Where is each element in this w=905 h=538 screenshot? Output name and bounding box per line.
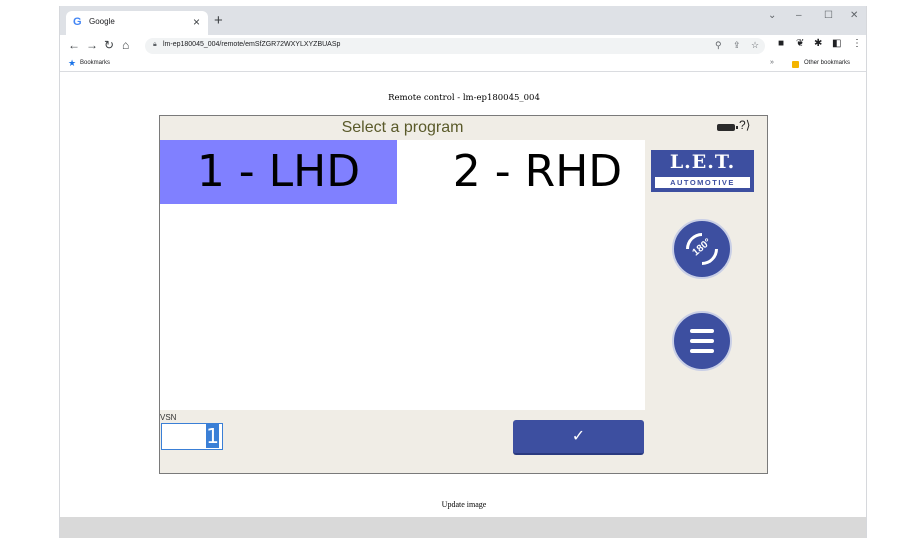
maximize-icon[interactable]: ☐: [824, 10, 833, 21]
footer-bar: [60, 517, 866, 538]
address-bar[interactable]: 🔒︎ lm-ep180045_004/remote/emSfZGR72WXYLX…: [145, 38, 765, 54]
vsn-input[interactable]: 1: [161, 423, 223, 450]
tab-search-icon[interactable]: ⌄: [768, 10, 776, 21]
program-item-lhd[interactable]: 1 - LHD: [160, 140, 397, 204]
folder-icon: [792, 61, 799, 68]
forward-icon[interactable]: →: [86, 38, 98, 52]
extensions-puzzle-icon[interactable]: ✱: [814, 38, 822, 49]
bookmarks-bar: ★ Bookmarks » Other bookmarks: [60, 57, 866, 72]
home-icon[interactable]: ⌂: [122, 38, 129, 52]
vsn-value[interactable]: 1: [206, 424, 219, 448]
google-icon: G: [73, 16, 82, 28]
browser-toolbar: ← → ↻ ⌂ 🔒︎ lm-ep180045_004/remote/emSfZG…: [60, 35, 866, 57]
tab-google[interactable]: G Google ×: [66, 11, 208, 35]
zoom-icon[interactable]: ⚲: [715, 40, 722, 51]
hamburger-icon: [690, 349, 714, 353]
share-icon[interactable]: ⇪: [733, 40, 741, 51]
program-item-rhd[interactable]: 2 - RHD: [430, 140, 645, 204]
check-icon: ✓: [571, 428, 586, 445]
logo-subtext: AUTOMOTIVE: [655, 177, 750, 188]
close-window-icon[interactable]: ✕: [850, 10, 858, 21]
extension-icon[interactable]: ■: [778, 38, 784, 49]
confirm-button[interactable]: ✓: [513, 420, 644, 455]
menu-button[interactable]: [672, 311, 732, 371]
lock-icon[interactable]: 🔒︎: [153, 41, 157, 49]
remote-screen[interactable]: Select a program ?⟩ 1 - LHD 2 - RHD L.E.…: [159, 115, 768, 474]
extension-icon-2[interactable]: ❦: [796, 38, 804, 49]
side-panel-icon[interactable]: ◧: [832, 38, 841, 49]
logo-text: L.E.T.: [669, 151, 736, 173]
more-bookmarks-icon[interactable]: »: [770, 59, 774, 66]
rotate-180-button[interactable]: 180°: [672, 219, 732, 279]
vsn-label: VSN: [160, 413, 177, 422]
browser-window: G Google × + ⌄ – ☐ ✕ ← → ↻ ⌂ 🔒︎ lm-ep180…: [59, 6, 867, 538]
tab-strip: G Google × + ⌄ – ☐ ✕: [60, 6, 866, 35]
close-tab-icon[interactable]: ×: [193, 15, 200, 29]
bookmarks-label[interactable]: Bookmarks: [80, 60, 110, 66]
new-tab-button[interactable]: +: [214, 12, 223, 29]
menu-dots-icon[interactable]: ⋮: [852, 38, 862, 49]
star-icon: ★: [68, 58, 77, 68]
program-list: 1 - LHD 2 - RHD: [160, 140, 645, 410]
tab-title: Google: [89, 17, 115, 26]
battery-icon: [717, 124, 738, 131]
help-icon[interactable]: ?⟩: [739, 118, 750, 132]
minimize-icon[interactable]: –: [796, 10, 802, 21]
hamburger-icon: [690, 329, 714, 333]
update-image-link[interactable]: Update image: [60, 500, 866, 509]
other-bookmarks[interactable]: Other bookmarks: [804, 60, 850, 66]
let-automotive-logo: L.E.T. AUTOMOTIVE: [651, 150, 754, 192]
back-icon[interactable]: ←: [68, 38, 80, 52]
screen-title: Select a program: [341, 119, 464, 136]
hamburger-icon: [690, 339, 714, 343]
url-text[interactable]: lm-ep180045_004/remote/emSfZGR72WXYLXYZB…: [163, 41, 340, 48]
bookmark-star-icon[interactable]: ☆: [751, 40, 759, 51]
page-title: Remote control - lm-ep180045_004: [388, 93, 540, 103]
reload-icon[interactable]: ↻: [104, 38, 114, 52]
